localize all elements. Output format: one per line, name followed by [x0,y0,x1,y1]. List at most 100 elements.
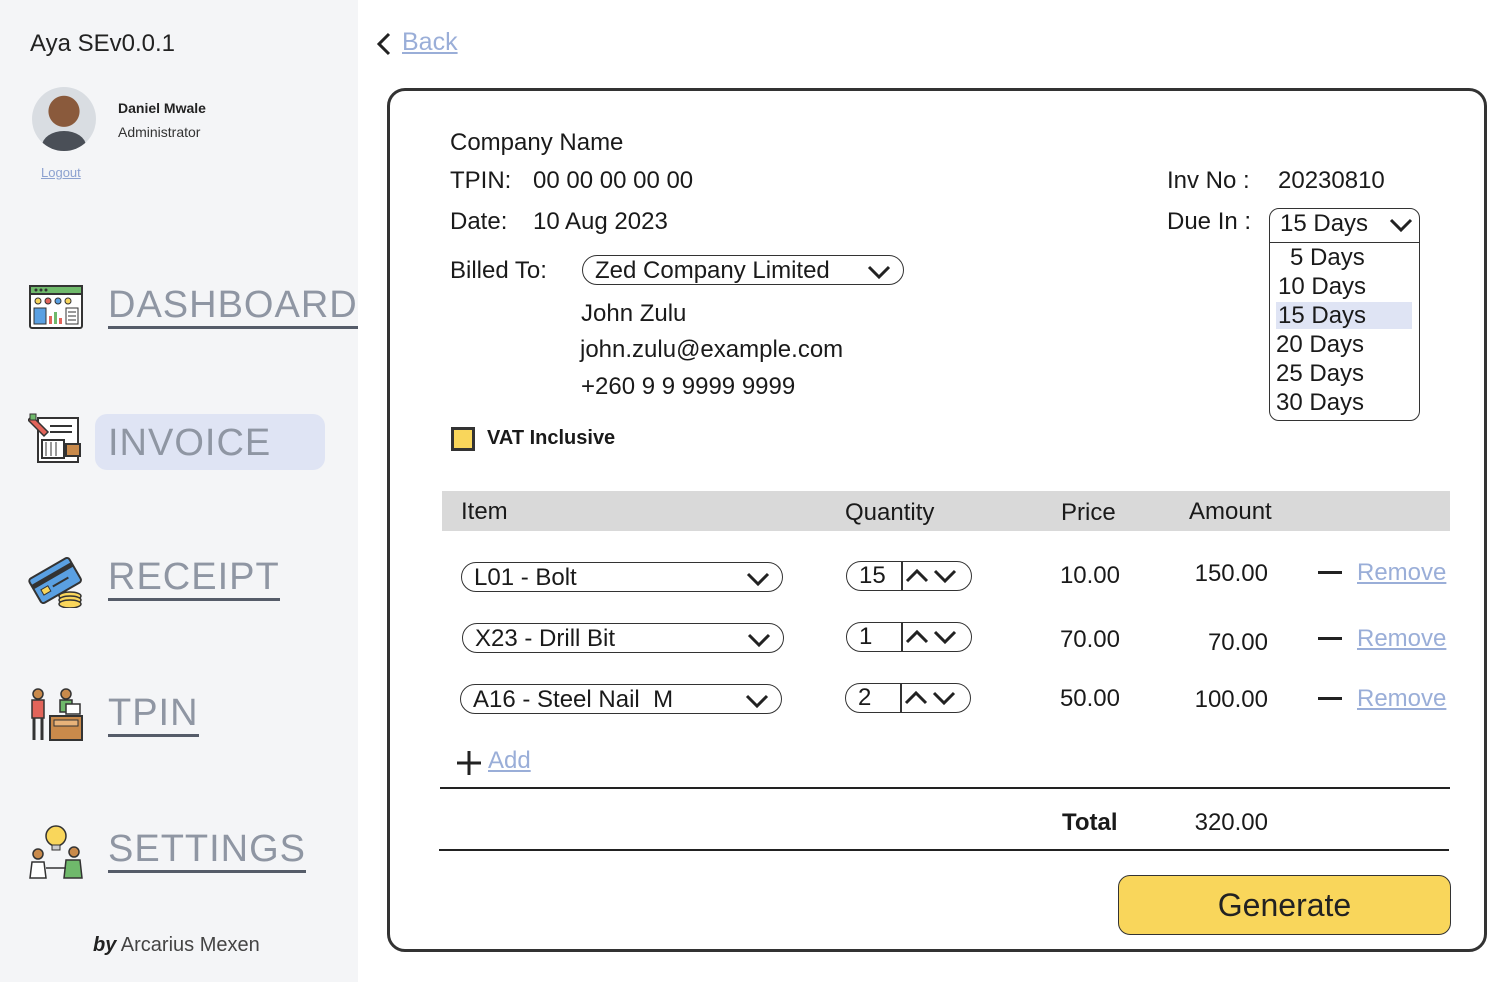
header-quantity: Quantity [845,499,935,526]
date-label: Date: [450,208,508,235]
price-cell: 10.00 [1059,562,1120,589]
inv-no-value: 20230810 [1278,167,1385,194]
chevron-up-icon[interactable] [905,629,929,645]
credit: by Arcarius Mexen [93,934,260,957]
inv-no-label: Inv No : [1167,167,1250,194]
divider [439,849,1449,851]
stepper-divider [900,684,902,712]
user-role: Administrator [118,124,201,140]
nav-tpin-label: TPIN [108,692,199,737]
billed-to-value: Zed Company Limited [595,257,830,284]
total-label: Total [1062,809,1118,836]
people-desk-icon [31,688,83,741]
chevron-up-icon[interactable] [905,568,929,584]
header-amount: Amount [1189,498,1272,525]
chevron-down-icon[interactable] [932,690,956,706]
avatar [32,87,96,151]
back-label: Back [402,28,458,56]
credit-card-icon [28,556,82,608]
remove-link[interactable]: Remove [1357,685,1446,713]
nav-dashboard-label: DASHBOARD [108,284,358,329]
nav-receipt[interactable]: RECEIPT [28,550,328,610]
item-value: A16 - Steel Nail M [473,686,674,713]
chevron-down-icon[interactable] [933,629,957,645]
due-option[interactable]: 30 Days [1274,389,1410,416]
invoice-card: Company Name TPIN: 00 00 00 00 00 Date: … [387,88,1487,952]
user-name: Daniel Mwale [118,100,206,116]
amount-cell: 100.00 [1194,686,1268,713]
due-option[interactable]: 10 Days [1276,273,1412,300]
contact-email: john.zulu@example.com [580,336,844,363]
company-name: Company Name [450,129,624,156]
due-label: Due In : [1167,208,1252,235]
vat-label: VAT Inclusive [487,427,616,449]
table-header: Item Quantity Price Amount [442,491,1450,531]
quantity-stepper[interactable]: 15 [846,561,972,591]
total-value: 320.00 [1194,809,1268,836]
vat-checkbox[interactable] [451,427,475,451]
item-select[interactable]: X23 - Drill Bit [462,623,784,653]
nav-dashboard[interactable]: DASHBOARD [28,278,358,338]
due-option[interactable]: 20 Days [1274,331,1410,358]
due-dropdown[interactable]: 15 Days 5 Days 10 Days 15 Days 20 Days 2… [1269,208,1420,421]
amount-cell: 150.00 [1194,560,1268,587]
tpin-label: TPIN: [450,167,512,194]
chevron-down-icon [746,572,770,587]
quantity-stepper[interactable]: 2 [845,683,971,713]
lightbulb-people-icon [29,825,83,879]
billed-to-label: Billed To: [450,257,547,284]
tpin-value: 00 00 00 00 00 [533,167,694,194]
invoice-icon [28,413,81,463]
item-value: L01 - Bolt [474,564,577,591]
sidebar: Aya SEv0.0.1 Daniel Mwale Administrator … [0,0,358,982]
due-select[interactable]: 15 Days [1270,209,1419,243]
nav-tpin[interactable]: TPIN [28,686,328,746]
nav-settings[interactable]: SETTINGS [28,822,328,882]
chevron-down-icon [867,265,891,280]
contact-name: John Zulu [581,300,687,327]
chevron-down-icon [1389,218,1413,233]
price-cell: 70.00 [1059,626,1120,653]
nav-settings-label: SETTINGS [108,828,307,873]
remove-link[interactable]: Remove [1357,625,1446,653]
dashboard-icon [29,285,83,329]
logout-link[interactable]: Logout [41,165,81,180]
quantity-value: 1 [859,623,873,650]
quantity-value: 2 [858,684,872,711]
amount-cell: 70.00 [1207,629,1268,656]
nav-invoice[interactable]: INVOICE [28,413,328,482]
nav-invoice-label: INVOICE [108,422,272,464]
chevron-left-icon [376,32,391,56]
due-option[interactable]: 5 Days [1276,244,1412,271]
header-item: Item [461,498,508,525]
billed-to-select[interactable]: Zed Company Limited [582,255,904,285]
credit-author: Arcarius Mexen [120,934,260,956]
contact-phone: +260 9 9 9999 9999 [581,373,796,400]
due-option[interactable]: 25 Days [1274,360,1410,387]
app-title: Aya SEv0.0.1 [30,30,175,57]
generate-button[interactable]: Generate [1118,875,1451,935]
chevron-down-icon [745,694,769,709]
stepper-divider [901,562,903,590]
price-cell: 50.00 [1059,685,1120,712]
divider [440,787,1450,789]
item-select[interactable]: L01 - Bolt [461,562,783,592]
chevron-up-icon[interactable] [904,690,928,706]
minus-icon[interactable] [1318,637,1342,640]
minus-icon[interactable] [1318,697,1342,700]
header-price: Price [1061,499,1116,526]
minus-icon[interactable] [1318,571,1342,574]
add-label: Add [488,747,531,774]
item-select[interactable]: A16 - Steel Nail M [460,684,782,714]
nav-receipt-label: RECEIPT [108,556,280,601]
credit-by: by [93,934,117,956]
chevron-down-icon [747,633,771,648]
quantity-stepper[interactable]: 1 [846,622,972,652]
chevron-down-icon[interactable] [933,568,957,584]
item-value: X23 - Drill Bit [475,625,616,652]
quantity-value: 15 [859,562,886,589]
plus-icon [457,751,481,775]
due-option-selected[interactable]: 15 Days [1276,302,1412,329]
due-selected-value: 15 Days [1280,210,1369,237]
remove-link[interactable]: Remove [1357,559,1446,587]
